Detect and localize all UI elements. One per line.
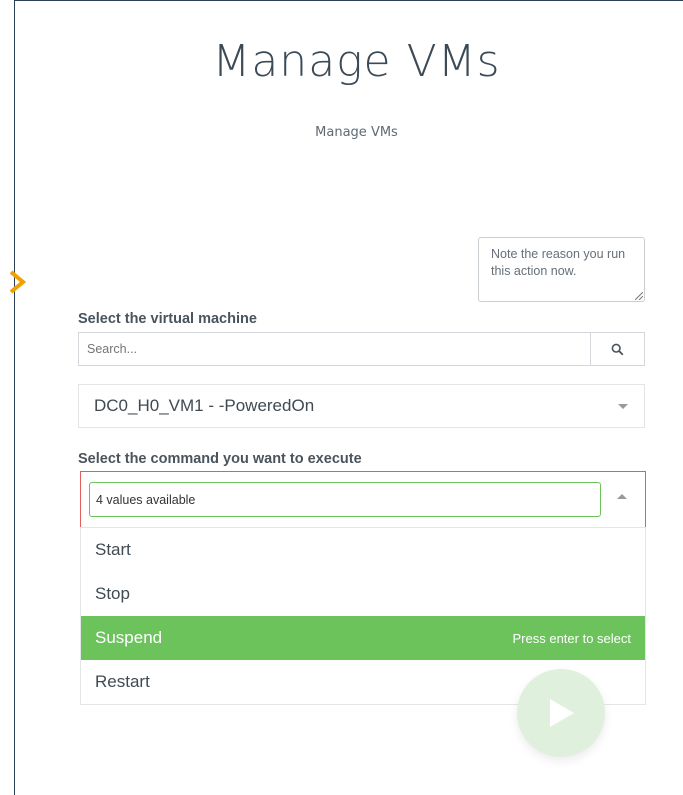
page-title: Manage VMs xyxy=(212,36,501,87)
option-label: Stop xyxy=(95,584,130,603)
command-dropdown[interactable] xyxy=(80,471,646,527)
manage-vms-panel: Manage VMs Manage VMs Note the reason yo… xyxy=(9,0,683,795)
vm-search-input[interactable] xyxy=(79,333,590,365)
chevron-up-icon[interactable] xyxy=(617,494,627,499)
vm-dropdown[interactable]: DC0_H0_VM1 - -PoweredOn xyxy=(78,384,645,428)
search-icon xyxy=(611,343,624,355)
chevron-right-icon xyxy=(9,270,27,294)
reason-textarea[interactable]: Note the reason you run this action now. xyxy=(478,237,645,302)
chevron-down-icon xyxy=(618,404,628,409)
page-subtitle: Manage VMs xyxy=(315,125,398,140)
vm-select-label: Select the virtual machine xyxy=(78,311,257,327)
option-label: Restart xyxy=(95,672,150,691)
option-label: Suspend xyxy=(95,628,163,647)
option-label: Start xyxy=(95,540,131,559)
search-button[interactable] xyxy=(590,333,644,365)
run-button[interactable] xyxy=(517,669,605,757)
vm-search xyxy=(78,332,645,366)
option-suspend[interactable]: Suspend Press enter to select xyxy=(81,616,645,660)
play-icon xyxy=(550,699,574,727)
option-hint: Press enter to select xyxy=(512,630,632,646)
command-filter-input[interactable] xyxy=(89,482,601,517)
option-start[interactable]: Start xyxy=(81,528,645,572)
option-stop[interactable]: Stop xyxy=(81,572,645,616)
resize-grip-icon[interactable] xyxy=(635,292,643,300)
command-select-label: Select the command you want to execute xyxy=(78,451,362,467)
vm-dropdown-value: DC0_H0_VM1 - -PoweredOn xyxy=(94,396,315,415)
